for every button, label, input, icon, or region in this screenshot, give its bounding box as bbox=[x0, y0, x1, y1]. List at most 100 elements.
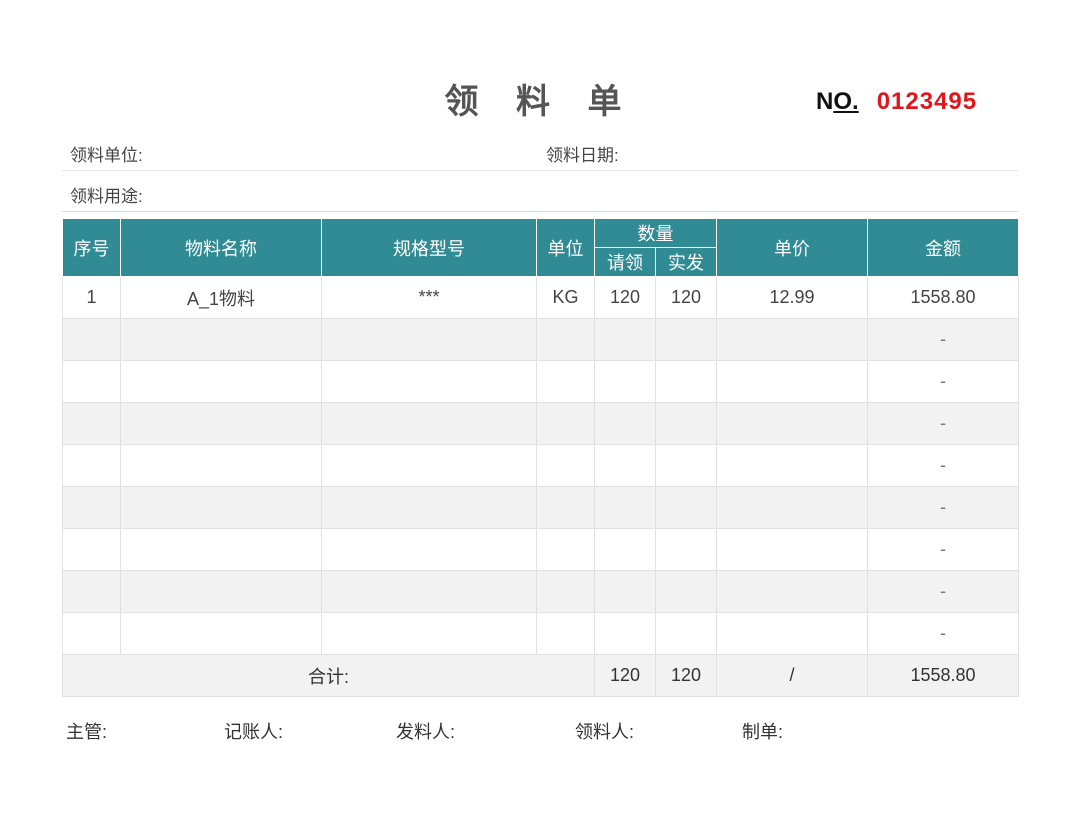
table-row: - bbox=[62, 528, 1019, 571]
serial-number: NO. 0123495 bbox=[816, 88, 977, 116]
cell-spec bbox=[321, 402, 537, 445]
cell-price bbox=[716, 444, 868, 487]
cell-issued bbox=[655, 612, 717, 655]
table-body: 1 A_1物料 *** KG 120 120 12.99 1558.80- - - - - - - - bbox=[62, 276, 1019, 655]
cell-unit bbox=[536, 318, 595, 361]
table-row: - bbox=[62, 360, 1019, 403]
cell-spec bbox=[321, 360, 537, 403]
preparer-label: 制单: bbox=[742, 722, 784, 742]
cell-issued bbox=[655, 360, 717, 403]
cell-req bbox=[594, 612, 656, 655]
cell-price: 12.99 bbox=[716, 276, 868, 319]
cell-spec bbox=[321, 486, 537, 529]
issuer-label: 发料人: bbox=[396, 722, 456, 742]
cell-seq bbox=[62, 486, 121, 529]
total-label: 合计: bbox=[62, 654, 595, 697]
serial-value: 0123495 bbox=[876, 88, 978, 115]
cell-name bbox=[120, 402, 322, 445]
table-header: 序号 物料名称 规格型号 单位 数量 单价 金额 请领 实发 bbox=[62, 218, 1019, 277]
header-qty: 数量 bbox=[594, 218, 717, 248]
cell-name bbox=[120, 486, 322, 529]
table-row: - bbox=[62, 612, 1019, 655]
cell-spec bbox=[321, 570, 537, 613]
cell-seq bbox=[62, 360, 121, 403]
table-row: - bbox=[62, 318, 1019, 361]
cell-req bbox=[594, 486, 656, 529]
cell-issued bbox=[655, 444, 717, 487]
table-total-row: 合计: 120 120 / 1558.80 bbox=[62, 654, 1019, 697]
cell-issued bbox=[655, 486, 717, 529]
cell-price bbox=[716, 612, 868, 655]
cell-price bbox=[716, 486, 868, 529]
cell-unit bbox=[536, 402, 595, 445]
cell-issued bbox=[655, 318, 717, 361]
cell-name bbox=[120, 444, 322, 487]
cell-req bbox=[594, 570, 656, 613]
cell-seq bbox=[62, 444, 121, 487]
cell-name bbox=[120, 318, 322, 361]
cell-name bbox=[120, 360, 322, 403]
cell-name bbox=[120, 612, 322, 655]
total-price: / bbox=[716, 654, 868, 697]
cell-amount: - bbox=[867, 318, 1019, 361]
cell-amount: - bbox=[867, 444, 1019, 487]
header-unit: 单位 bbox=[536, 218, 595, 277]
total-amount: 1558.80 bbox=[867, 654, 1019, 697]
cell-price bbox=[716, 318, 868, 361]
receiver-label: 领料人: bbox=[575, 722, 635, 742]
cell-seq bbox=[62, 318, 121, 361]
cell-issued bbox=[655, 528, 717, 571]
table-row: 1 A_1物料 *** KG 120 120 12.99 1558.80 bbox=[62, 276, 1019, 319]
serial-label: NO. bbox=[816, 88, 859, 115]
cell-unit bbox=[536, 444, 595, 487]
cell-unit bbox=[536, 486, 595, 529]
cell-name bbox=[120, 570, 322, 613]
cell-amount: - bbox=[867, 612, 1019, 655]
table-row: - bbox=[62, 570, 1019, 613]
cell-req bbox=[594, 528, 656, 571]
cell-spec bbox=[321, 444, 537, 487]
cell-issued bbox=[655, 570, 717, 613]
cell-spec bbox=[321, 528, 537, 571]
cell-amount: - bbox=[867, 570, 1019, 613]
materials-table: 序号 物料名称 规格型号 单位 数量 单价 金额 请领 实发 1 A_1物料 ***… bbox=[62, 218, 1019, 697]
cell-unit bbox=[536, 570, 595, 613]
cell-req: 120 bbox=[594, 276, 656, 319]
header-amount: 金额 bbox=[867, 218, 1019, 277]
table-row: - bbox=[62, 486, 1019, 529]
cell-name bbox=[120, 528, 322, 571]
cell-seq: 1 bbox=[62, 276, 121, 319]
header-req: 请领 bbox=[594, 247, 656, 277]
cell-req bbox=[594, 318, 656, 361]
cell-price bbox=[716, 570, 868, 613]
cell-unit bbox=[536, 528, 595, 571]
header-name: 物料名称 bbox=[120, 218, 322, 277]
cell-unit: KG bbox=[536, 276, 595, 319]
cell-amount: 1558.80 bbox=[867, 276, 1019, 319]
cell-seq bbox=[62, 570, 121, 613]
cell-seq bbox=[62, 612, 121, 655]
cell-unit bbox=[536, 360, 595, 403]
cell-name: A_1物料 bbox=[120, 276, 322, 319]
total-issued: 120 bbox=[655, 654, 717, 697]
cell-unit bbox=[536, 612, 595, 655]
info-row-dept-date: 领料单位: 领料日期: bbox=[62, 130, 1018, 171]
cell-req bbox=[594, 360, 656, 403]
cell-spec bbox=[321, 318, 537, 361]
header-price: 单价 bbox=[716, 218, 868, 277]
info-row-purpose: 领料用途: bbox=[62, 171, 1018, 212]
cell-amount: - bbox=[867, 402, 1019, 445]
cell-issued: 120 bbox=[655, 276, 717, 319]
date-label: 领料日期: bbox=[546, 146, 619, 165]
header-issued: 实发 bbox=[655, 247, 717, 277]
cell-amount: - bbox=[867, 360, 1019, 403]
cell-price bbox=[716, 528, 868, 571]
cell-price bbox=[716, 402, 868, 445]
cell-req bbox=[594, 444, 656, 487]
total-req: 120 bbox=[594, 654, 656, 697]
cell-amount: - bbox=[867, 528, 1019, 571]
cell-amount: - bbox=[867, 486, 1019, 529]
signature-footer: 主管: 记账人: 发料人: 领料人: 制单: bbox=[0, 718, 1080, 742]
cell-req bbox=[594, 402, 656, 445]
supervisor-label: 主管: bbox=[66, 722, 108, 742]
